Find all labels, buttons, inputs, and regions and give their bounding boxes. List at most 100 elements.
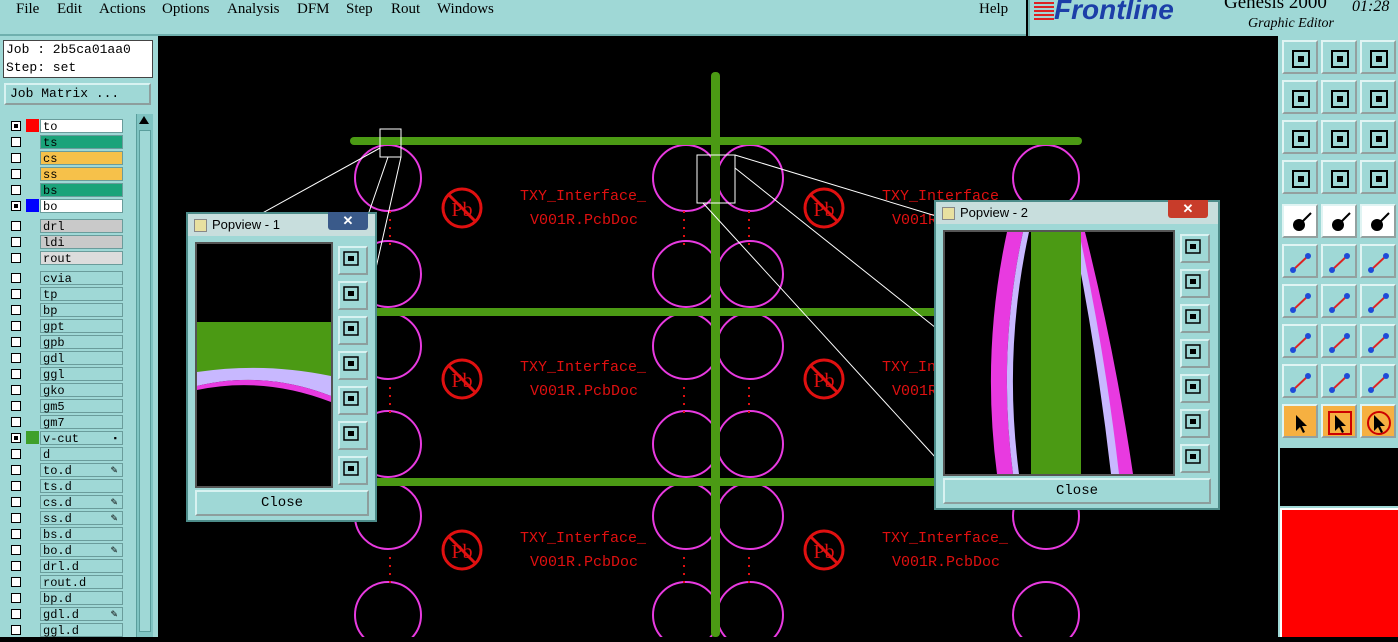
layer-checkbox[interactable] [11,289,21,299]
zoom-out-button[interactable] [1180,304,1210,333]
menu-file[interactable]: File [16,1,39,18]
layer-row-ss.d[interactable]: ss.d ✎ [4,510,126,526]
pan-right-button[interactable] [1180,374,1210,403]
angle-button[interactable] [1282,364,1318,398]
layer-checkbox[interactable] [11,337,21,347]
popview-2-close-icon[interactable]: ✕ [1168,200,1208,218]
select-box-button[interactable] [1321,404,1357,438]
layer-checkbox[interactable] [11,369,21,379]
fit-button[interactable] [1180,409,1210,438]
layer-name[interactable]: bo [40,199,123,214]
layer-name[interactable]: to [40,119,123,134]
layer-checkbox[interactable] [11,609,21,619]
select-pointer-button[interactable] [1282,404,1318,438]
add-node-button[interactable] [1360,244,1396,278]
layer-name[interactable]: ggl.d [40,623,123,638]
layer-row-gpb[interactable]: gpb [4,334,126,350]
menu-dfm[interactable]: DFM [297,1,330,18]
layer-checkbox[interactable] [11,545,21,555]
layer-row-tp[interactable]: tp [4,286,126,302]
layer-row-gm7[interactable]: gm7 [4,414,126,430]
layer-name[interactable]: bs [40,183,123,198]
layer-checkbox[interactable] [11,201,21,211]
add-pad-button[interactable] [1282,204,1318,238]
zoom-fit-button[interactable] [1321,120,1357,154]
split-line-button[interactable] [1321,284,1357,318]
layer-checkbox[interactable] [11,169,21,179]
layer-row-bp[interactable]: bp [4,302,126,318]
layer-row-ggl.d[interactable]: ggl.d [4,622,126,638]
job-matrix-button[interactable]: Job Matrix ... [4,83,151,105]
move-point-button[interactable] [1282,324,1318,358]
resize-button[interactable] [1360,324,1396,358]
layer-checkbox[interactable] [11,221,21,231]
layer-row-drl.d[interactable]: drl.d [4,558,126,574]
layer-row-ts.d[interactable]: ts.d [4,478,126,494]
layer-checkbox[interactable] [11,417,21,427]
layer-checkbox[interactable] [11,401,21,411]
pan-left-button[interactable] [338,351,368,380]
center-button[interactable] [1180,444,1210,473]
layer-row-bo[interactable]: bo [4,198,126,214]
menu-options[interactable]: Options [162,1,210,18]
undo-view-button[interactable] [1360,80,1396,114]
layer-row-ldi[interactable]: ldi [4,234,126,250]
layer-name[interactable]: gdl [40,351,123,366]
layer-checkbox[interactable] [11,253,21,263]
scroll-up-icon[interactable] [139,116,149,124]
layer-checkbox[interactable] [11,625,21,635]
layer-name[interactable]: ggl [40,367,123,382]
layer-checkbox[interactable] [11,561,21,571]
pan-left-button[interactable] [1282,80,1318,114]
select-circle-button[interactable] [1360,404,1396,438]
layer-name[interactable]: drl [40,219,123,234]
layer-checkbox[interactable] [11,497,21,507]
pan-right-button[interactable] [1321,80,1357,114]
layer-name[interactable]: bo.d ✎ [40,543,123,558]
layer-checkbox[interactable] [11,465,21,475]
layer-row-gpt[interactable]: gpt [4,318,126,334]
layer-name[interactable]: gko [40,383,123,398]
menu-rout[interactable]: Rout [391,1,420,18]
zoom-box-button[interactable] [338,246,368,275]
scale-1-2-button[interactable] [1360,120,1396,154]
arc-button[interactable] [1360,284,1396,318]
layer-checkbox[interactable] [11,273,21,283]
layer-checkbox[interactable] [11,529,21,539]
popview-1-close-button[interactable]: Close [195,490,369,516]
layer-checkbox[interactable] [11,305,21,315]
line-color-button[interactable] [1321,324,1357,358]
popview-1-close-icon[interactable]: ✕ [328,212,368,230]
layer-name[interactable]: rout.d [40,575,123,590]
layer-name[interactable]: ss [40,167,123,182]
layer-row-ggl[interactable]: ggl [4,366,126,382]
layer-checkbox[interactable] [11,237,21,247]
layer-checkbox[interactable] [11,121,21,131]
layer-row-bs.d[interactable]: bs.d [4,526,126,542]
layer-name[interactable]: cs [40,151,123,166]
layer-row-gm5[interactable]: gm5 [4,398,126,414]
ruler-button[interactable] [1360,204,1396,238]
layer-name[interactable]: cvia [40,271,123,286]
delete-node-button[interactable] [1321,244,1357,278]
layer-checkbox[interactable] [11,137,21,147]
layer-row-rout[interactable]: rout [4,250,126,266]
layer-name[interactable]: cs.d ✎ [40,495,123,510]
popview-2-view[interactable] [943,230,1175,476]
layer-row-bp.d[interactable]: bp.d [4,590,126,606]
layer-checkbox[interactable] [11,353,21,363]
home-up-button[interactable] [1282,40,1318,74]
triangle-button[interactable] [1321,364,1357,398]
home-button[interactable] [1360,40,1396,74]
layer-name[interactable]: gpb [40,335,123,350]
zoom-in-button[interactable] [1180,269,1210,298]
pan-left-button[interactable] [1180,339,1210,368]
layer-checkbox[interactable] [11,385,21,395]
zoom-in-button[interactable] [338,281,368,310]
draw-line-button[interactable] [1282,284,1318,318]
layer-name[interactable]: v-cut ▪ [40,431,123,446]
layer-checkbox[interactable] [11,153,21,163]
layer-checkbox[interactable] [11,321,21,331]
select-feature-button[interactable] [1321,204,1357,238]
layer-name[interactable]: gpt [40,319,123,334]
